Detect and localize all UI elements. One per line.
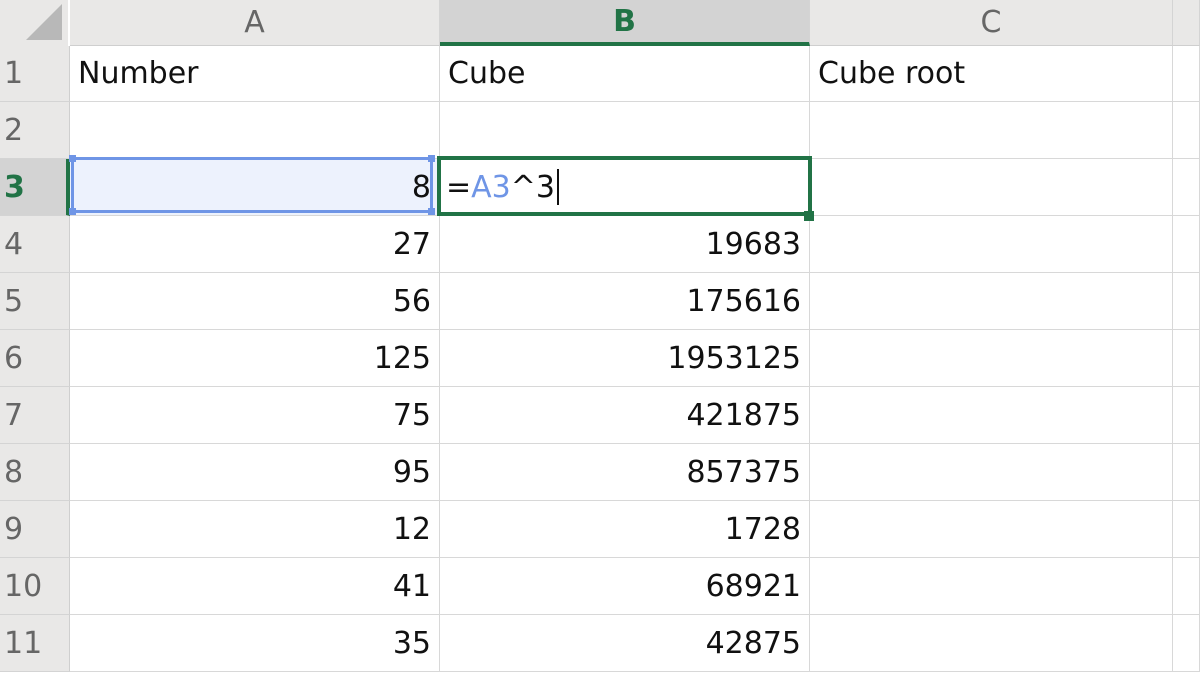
row-header-7[interactable]: 7: [0, 387, 70, 444]
cell-a5[interactable]: 56: [70, 273, 440, 330]
row-header-3[interactable]: 3: [0, 159, 70, 216]
cell-c3[interactable]: [810, 159, 1173, 216]
cell-d9[interactable]: [1173, 501, 1200, 558]
resize-handle[interactable]: [428, 208, 435, 215]
cell-c1[interactable]: Cube root: [810, 46, 1173, 102]
cell-a8[interactable]: 95: [70, 444, 440, 501]
referenced-range-a3: [69, 155, 435, 215]
cell-b11[interactable]: 42875: [440, 615, 810, 672]
row-header-5[interactable]: 5: [0, 273, 70, 330]
cell-d4[interactable]: [1173, 216, 1200, 273]
cell-d6[interactable]: [1173, 330, 1200, 387]
select-all-button[interactable]: [0, 0, 70, 46]
cell-c6[interactable]: [810, 330, 1173, 387]
cell-a4[interactable]: 27: [70, 216, 440, 273]
cell-d1[interactable]: [1173, 46, 1200, 102]
cell-d2[interactable]: [1173, 102, 1200, 159]
cell-a11[interactable]: 35: [70, 615, 440, 672]
resize-handle[interactable]: [69, 155, 76, 162]
cell-d5[interactable]: [1173, 273, 1200, 330]
cell-b2[interactable]: [440, 102, 810, 159]
cell-c4[interactable]: [810, 216, 1173, 273]
row-header-2[interactable]: 2: [0, 102, 70, 159]
cell-d3[interactable]: [1173, 159, 1200, 216]
active-cell-b3[interactable]: [437, 156, 812, 216]
cell-c5[interactable]: [810, 273, 1173, 330]
cell-b4[interactable]: 19683: [440, 216, 810, 273]
column-header-a[interactable]: A: [70, 0, 440, 46]
cell-b5[interactable]: 175616: [440, 273, 810, 330]
cell-b9[interactable]: 1728: [440, 501, 810, 558]
cell-d11[interactable]: [1173, 615, 1200, 672]
cell-a7[interactable]: 75: [70, 387, 440, 444]
cell-a10[interactable]: 41: [70, 558, 440, 615]
cell-d7[interactable]: [1173, 387, 1200, 444]
column-header-c[interactable]: C: [810, 0, 1173, 46]
cell-b1[interactable]: Cube: [440, 46, 810, 102]
cell-c11[interactable]: [810, 615, 1173, 672]
cell-b6[interactable]: 1953125: [440, 330, 810, 387]
resize-handle[interactable]: [428, 155, 435, 162]
cell-a1[interactable]: Number: [70, 46, 440, 102]
cell-a9[interactable]: 12: [70, 501, 440, 558]
row-header-10[interactable]: 10: [0, 558, 70, 615]
cell-c7[interactable]: [810, 387, 1173, 444]
row-header-1[interactable]: 1: [0, 46, 70, 102]
cell-d10[interactable]: [1173, 558, 1200, 615]
row-header-9[interactable]: 9: [0, 501, 70, 558]
cell-b7[interactable]: 421875: [440, 387, 810, 444]
cell-b8[interactable]: 857375: [440, 444, 810, 501]
cell-c10[interactable]: [810, 558, 1173, 615]
cell-c9[interactable]: [810, 501, 1173, 558]
resize-handle[interactable]: [69, 208, 76, 215]
fill-handle[interactable]: [804, 211, 814, 221]
row-header-4[interactable]: 4: [0, 216, 70, 273]
row-header-11[interactable]: 11: [0, 615, 70, 672]
cell-a6[interactable]: 125: [70, 330, 440, 387]
column-header-b[interactable]: B: [440, 0, 810, 46]
row-header-8[interactable]: 8: [0, 444, 70, 501]
cell-d8[interactable]: [1173, 444, 1200, 501]
cell-c2[interactable]: [810, 102, 1173, 159]
cell-b10[interactable]: 68921: [440, 558, 810, 615]
cell-a2[interactable]: [70, 102, 440, 159]
column-header-d[interactable]: [1173, 0, 1200, 46]
cell-c8[interactable]: [810, 444, 1173, 501]
row-header-6[interactable]: 6: [0, 330, 70, 387]
spreadsheet-grid: A B C 1 Number Cube Cube root 2 3 8 = A3 ^3 4 27 196…: [0, 0, 1200, 672]
